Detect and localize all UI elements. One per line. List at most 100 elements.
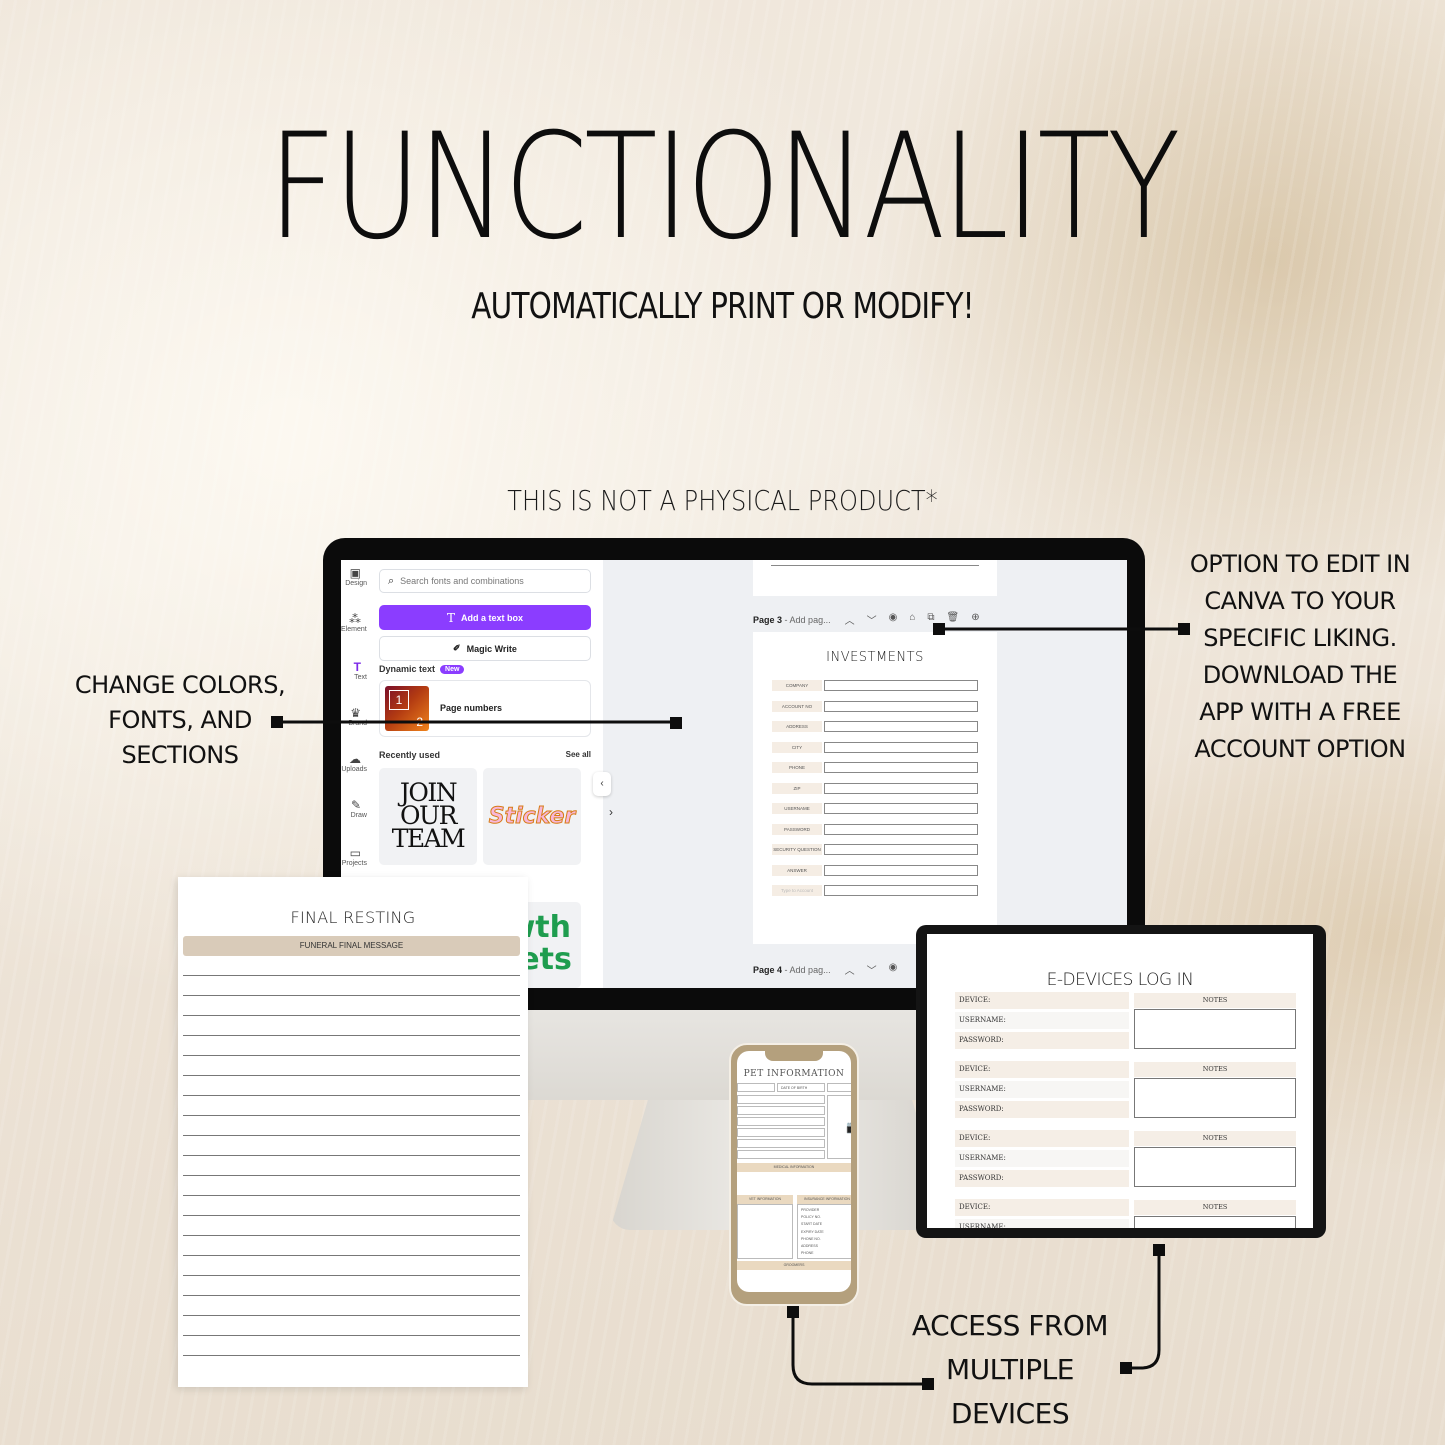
insurance-field-label: POLICY NO. [801, 1215, 821, 1220]
field-username[interactable]: USERNAME: [955, 1219, 1129, 1228]
connector-endpoint [1153, 1244, 1165, 1256]
search-input[interactable]: ⌕ Search fonts and combinations [379, 569, 591, 593]
field-username[interactable]: USERNAME: [955, 1012, 1129, 1029]
chevron-down-icon[interactable]: ﹀ [867, 962, 877, 977]
join-our-team-tile[interactable]: JOIN OUR TEAM [379, 768, 477, 865]
form-label: ZIP [772, 782, 822, 794]
pen-icon: ✎ [350, 798, 361, 812]
add-page-icon[interactable]: ⊕ [971, 612, 979, 627]
investments-page[interactable]: INVESTMENTS COMPANY ACCOUNT NO ADDRESS CITY… [753, 632, 997, 944]
form-label: PASSWORD [772, 823, 822, 835]
brand-icon: ♛ [350, 706, 361, 720]
smartphone: PET INFORMATION DATE OF BIRTH 📷 MEDICAL … [729, 1043, 859, 1306]
field-password[interactable]: PASSWORD: [955, 1032, 1129, 1049]
lock-icon[interactable]: ⌂ [909, 612, 915, 627]
hide-icon[interactable]: ◉ [889, 612, 898, 627]
chevron-up-icon[interactable]: ︿ [845, 612, 855, 627]
notes-box[interactable] [1134, 1009, 1296, 1049]
rail-item-draw[interactable]: ✎ Draw [341, 798, 367, 819]
notes-box[interactable] [1134, 1216, 1296, 1228]
callout-line: SECTIONS [121, 741, 239, 769]
page-numbers-card[interactable]: 1 2 Page numbers [379, 680, 591, 737]
writing-line [183, 1135, 520, 1136]
rail-item-text[interactable]: T Text [341, 660, 367, 681]
field-device[interactable]: DEVICE: [955, 992, 1129, 1009]
field-device[interactable]: DEVICE: [955, 1061, 1129, 1078]
writing-line [183, 1215, 520, 1216]
search-placeholder: Search fonts and combinations [400, 576, 524, 586]
shapes-icon: ⁂ [349, 612, 361, 626]
form-input[interactable] [824, 700, 978, 712]
writing-line [183, 1075, 520, 1076]
form-input[interactable] [824, 721, 978, 732]
collapse-panel-button[interactable]: ‹ [593, 772, 611, 796]
form-input[interactable] [824, 803, 978, 814]
page-numbers-label: Page numbers [440, 703, 503, 713]
camera-icon: 📷 [846, 1120, 851, 1134]
layout-icon: ▣ [349, 566, 361, 580]
trash-icon[interactable]: 🗑 [947, 612, 960, 627]
notes-header: NOTES [1134, 993, 1296, 1008]
text-icon: T [353, 660, 361, 674]
form-input[interactable] [824, 782, 978, 794]
callout-line: DOWNLOAD THE [1202, 661, 1398, 689]
duplicate-icon[interactable]: ⧉ [927, 612, 934, 627]
callout-canva: OPTION TO EDIT IN CANVA TO YOUR SPECIFIC… [1170, 546, 1430, 768]
page-title-input[interactable]: - Add pag... [785, 615, 831, 625]
connector-endpoint [787, 1306, 799, 1318]
form-input[interactable] [824, 844, 978, 855]
vet-band: VET INFORMATION [737, 1195, 793, 1204]
search-icon: ⌕ [388, 574, 395, 587]
insurance-field-label: PHONE NO. [801, 1236, 821, 1241]
rail-item-brand[interactable]: ♛ Brand [341, 706, 367, 727]
chevron-up-icon[interactable]: ︿ [845, 962, 855, 977]
rail-item-uploads[interactable]: ☁ Uploads [341, 752, 367, 773]
form-row: Type to Account [772, 885, 980, 897]
magic-wand-icon: ✐ [453, 643, 461, 653]
final-resting-printout: FINAL RESTING FUNERAL FINAL MESSAGE [178, 877, 528, 1387]
field-device[interactable]: DEVICE: [955, 1130, 1129, 1147]
field-username[interactable]: USERNAME: [955, 1150, 1129, 1167]
callout-line: ACCESS FROM [911, 1309, 1109, 1342]
rail-item-design[interactable]: ▣ Design [341, 566, 367, 587]
field-username[interactable]: USERNAME: [955, 1081, 1129, 1098]
add-text-box-button[interactable]: T Add a text box [379, 605, 591, 630]
chevron-down-icon[interactable]: ﹀ [867, 612, 877, 627]
form-label: USERNAME [772, 803, 822, 814]
form-input[interactable] [824, 885, 978, 896]
new-badge: New [440, 664, 465, 674]
form-input[interactable] [824, 823, 978, 835]
form-input[interactable] [824, 762, 978, 773]
hide-icon[interactable]: ◉ [889, 962, 898, 977]
insurance-band: INSURANCE INFORMATION [797, 1195, 851, 1204]
form-input[interactable] [824, 741, 978, 753]
chevron-right-icon[interactable]: › [609, 805, 613, 819]
notes-box[interactable] [1134, 1078, 1296, 1118]
field-device[interactable]: DEVICE: [955, 1199, 1129, 1216]
rail-item-projects[interactable]: ▭ Projects [341, 846, 367, 867]
dynamic-text-heading: Dynamic text New [379, 664, 465, 674]
magic-write-button[interactable]: ✐ Magic Write [379, 636, 591, 661]
field-password[interactable]: PASSWORD: [955, 1170, 1129, 1187]
writing-line [183, 1255, 520, 1256]
form-row: SECURITY QUESTION [772, 844, 980, 856]
form-row: CITY [772, 741, 980, 754]
recently-used-heading: Recently used [379, 750, 441, 760]
groomers-band: GROOMERS [737, 1261, 851, 1270]
rail-item-elements[interactable]: ⁂ Elements [341, 612, 370, 633]
form-row: ZIP [772, 782, 980, 795]
form-input[interactable] [824, 864, 978, 876]
tablet-title: E-DEVICES LOG IN [1046, 970, 1194, 990]
sticker-tile[interactable]: Sticker [483, 768, 581, 865]
previous-page-preview [753, 560, 997, 596]
writing-line [183, 1295, 520, 1296]
field-password[interactable]: PASSWORD: [955, 1101, 1129, 1118]
writing-line [183, 1355, 520, 1356]
see-all-link[interactable]: See all [566, 750, 591, 759]
form-input[interactable] [824, 680, 978, 691]
callout-line: DEVICES [950, 1397, 1070, 1430]
page-title-input[interactable]: - Add pag... [785, 965, 831, 975]
callout-line: ACCOUNT OPTION [1194, 735, 1406, 763]
form-label: ANSWER [772, 864, 822, 876]
notes-box[interactable] [1134, 1147, 1296, 1187]
